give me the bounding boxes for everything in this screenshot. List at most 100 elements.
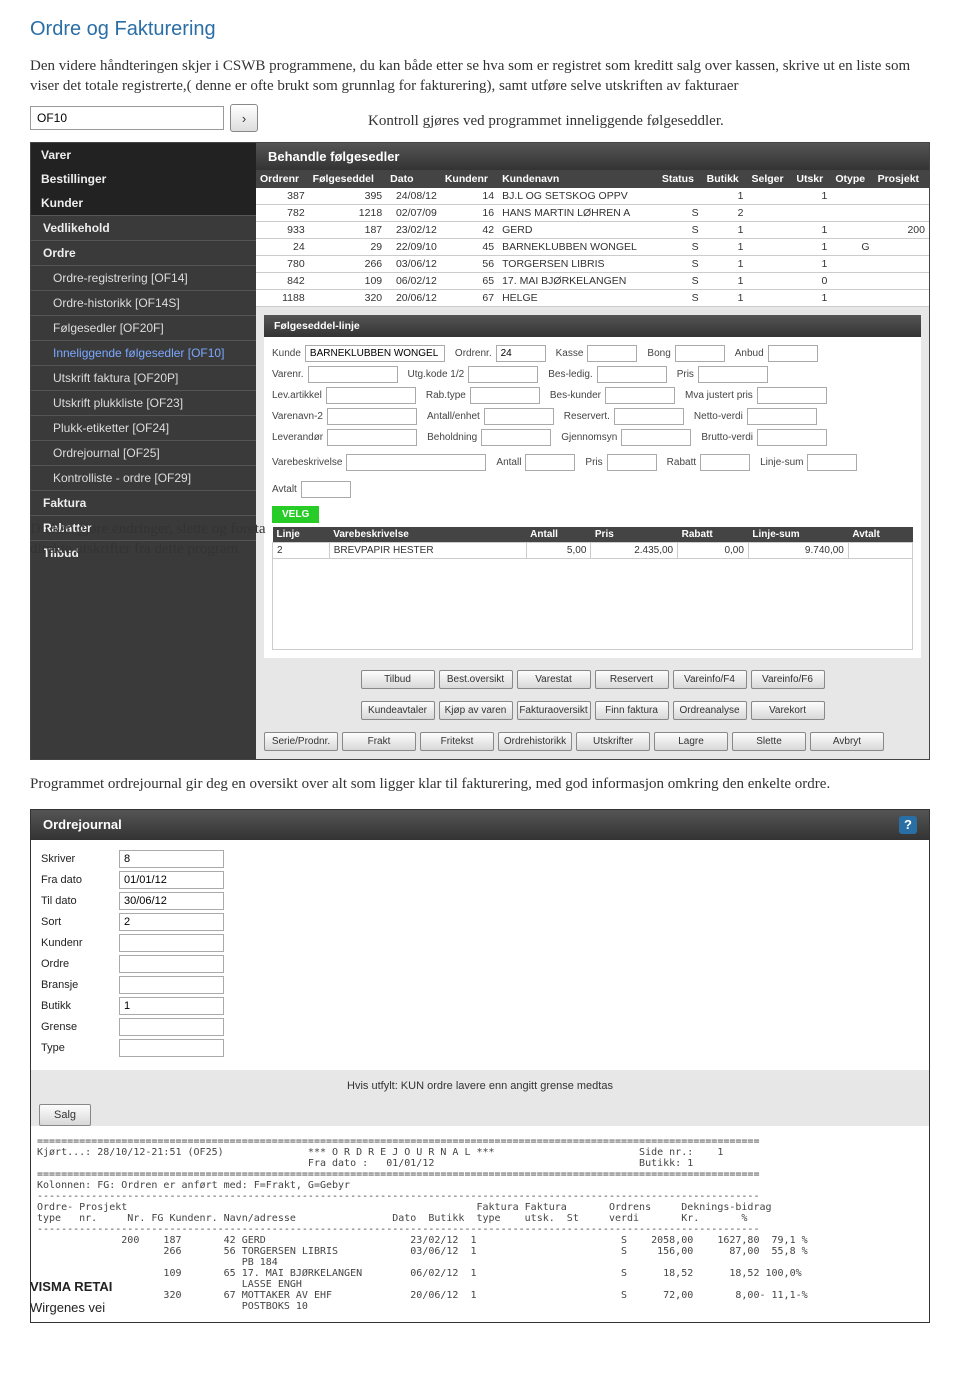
reservert-input[interactable] — [614, 408, 684, 425]
action-button[interactable]: Vareinfo/F4 — [673, 670, 747, 689]
pris2-input[interactable] — [607, 454, 657, 471]
kunde-input[interactable] — [305, 345, 445, 362]
action-button[interactable]: Ordreanalyse — [673, 701, 747, 720]
col-header: Kundenr — [441, 170, 498, 188]
cell: 0,00 — [678, 543, 749, 559]
oj-input[interactable] — [119, 976, 224, 994]
action-button[interactable]: Varestat — [517, 670, 591, 689]
cell: 1 — [792, 256, 831, 273]
antallenhet-input[interactable] — [484, 408, 554, 425]
levartikkel-input[interactable] — [326, 387, 416, 404]
rabatt-input[interactable] — [700, 454, 750, 471]
sidebar-item[interactable]: Kontrolliste - ordre [OF29] — [31, 465, 256, 490]
action-button[interactable]: Tilbud — [361, 670, 435, 689]
kasse-input[interactable] — [587, 345, 637, 362]
cell: 29 — [309, 239, 386, 256]
sidebar-item[interactable]: Inneliggende følgesedler [OF10] — [31, 340, 256, 365]
action-button[interactable]: Lagre — [654, 732, 728, 751]
oj-input[interactable] — [119, 997, 224, 1015]
help-icon[interactable]: ? — [899, 816, 917, 834]
cell: 2 — [703, 205, 748, 222]
sidebar-top-bestillinger[interactable]: Bestillinger — [31, 167, 256, 191]
nettoverdi-input[interactable] — [747, 408, 817, 425]
sidebar-item[interactable]: Plukk-etiketter [OF24] — [31, 415, 256, 440]
besledig-input[interactable] — [597, 366, 667, 383]
sidebar-top-varer[interactable]: Varer — [31, 143, 256, 167]
varenavn2-label: Varenavn-2 — [272, 411, 323, 422]
sidebar-item[interactable]: Vedlikehold — [31, 215, 256, 240]
sidebar-top-kunder[interactable]: Kunder — [31, 191, 256, 215]
action-button[interactable]: Slette — [732, 732, 806, 751]
action-button[interactable]: Fritekst — [420, 732, 494, 751]
sidebar-item[interactable]: Faktura — [31, 490, 256, 515]
of10-input[interactable] — [30, 106, 224, 130]
action-button[interactable]: Kjøp av varen — [439, 701, 513, 720]
bong-input[interactable] — [675, 345, 725, 362]
sidebar-item[interactable]: Ordre-registrering [OF14] — [31, 265, 256, 290]
salg-button[interactable]: Salg — [39, 1104, 91, 1126]
of10-go-button[interactable]: › — [230, 104, 258, 132]
anbud-input[interactable] — [768, 345, 818, 362]
action-button[interactable]: Avbryt — [810, 732, 884, 751]
antall-input[interactable] — [525, 454, 575, 471]
oj-input[interactable] — [119, 955, 224, 973]
utgkode-input[interactable] — [468, 366, 538, 383]
rabtype-input[interactable] — [470, 387, 540, 404]
action-button[interactable]: Finn faktura — [595, 701, 669, 720]
table-row[interactable]: 93318723/02/1242GERDS11200 — [256, 222, 929, 239]
mvajust-input[interactable] — [757, 387, 827, 404]
oj-input[interactable] — [119, 850, 224, 868]
beskunder-input[interactable] — [605, 387, 675, 404]
action-button[interactable]: Utskrifter — [576, 732, 650, 751]
cell: S — [658, 205, 703, 222]
action-button[interactable]: Best.oversikt — [439, 670, 513, 689]
varebeskrivelse-input[interactable] — [346, 454, 486, 471]
varenavn2-input[interactable] — [327, 408, 417, 425]
leverandor-input[interactable] — [327, 429, 417, 446]
oj-input[interactable] — [119, 892, 224, 910]
cell: S — [658, 239, 703, 256]
table-row[interactable]: 84210906/02/126517. MAI BJØRKELANGENS10 — [256, 273, 929, 290]
cell: 1218 — [309, 205, 386, 222]
sidebar-item[interactable]: Ordrejournal [OF25] — [31, 440, 256, 465]
action-button[interactable]: Vareinfo/F6 — [751, 670, 825, 689]
action-button[interactable]: Reservert — [595, 670, 669, 689]
oj-input[interactable] — [119, 1039, 224, 1057]
mid-p1: Du kan gjøre endringer, slette og foreta… — [30, 520, 290, 559]
cell: 06/02/12 — [386, 273, 441, 290]
oj-label: Fra dato — [41, 874, 119, 886]
table-row[interactable]: 242922/09/1045BARNEKLUBBEN WONGELS11G — [256, 239, 929, 256]
beholdning-input[interactable] — [481, 429, 551, 446]
oj-input[interactable] — [119, 934, 224, 952]
linjesum-input[interactable] — [807, 454, 857, 471]
sidebar-item[interactable]: Følgesedler [OF20F] — [31, 315, 256, 340]
cell: 395 — [309, 188, 386, 205]
linje-panel: Følgeseddel-linje Kunde Ordrenr. Kasse B… — [264, 315, 921, 658]
pris-input[interactable] — [698, 366, 768, 383]
table-row[interactable]: 118832020/06/1267HELGES11 — [256, 290, 929, 307]
oj-input[interactable] — [119, 1018, 224, 1036]
avtalt-input[interactable] — [301, 481, 351, 498]
table-row[interactable]: 78026603/06/1256TORGERSEN LIBRISS11 — [256, 256, 929, 273]
mid-p2: Programmet ordrejournal gir deg en overs… — [30, 775, 930, 795]
table-row[interactable]: 782121802/07/0916HANS MARTIN LØHREN AS2 — [256, 205, 929, 222]
action-button[interactable]: Ordrehistorikk — [498, 732, 572, 751]
cell — [874, 188, 929, 205]
line-table: LinjeVarebeskrivelseAntallPrisRabattLinj… — [272, 527, 913, 559]
varenr-input[interactable] — [308, 366, 398, 383]
table-row[interactable]: 38739524/08/1214BJ.L OG SETSKOG OPPV11 — [256, 188, 929, 205]
oj-input[interactable] — [119, 913, 224, 931]
sidebar-item[interactable]: Ordre — [31, 240, 256, 265]
sidebar-item[interactable]: Utskrift faktura [OF20P] — [31, 365, 256, 390]
oj-input[interactable] — [119, 871, 224, 889]
action-button[interactable]: Varekort — [751, 701, 825, 720]
action-button[interactable]: Serie/Prodnr. — [264, 732, 338, 751]
sidebar-item[interactable]: Ordre-historikk [OF14S] — [31, 290, 256, 315]
action-button[interactable]: Kundeavtaler — [361, 701, 435, 720]
action-button[interactable]: Fakturaoversikt — [517, 701, 591, 720]
gjennomsyn-input[interactable] — [621, 429, 691, 446]
ordrenr-input[interactable] — [496, 345, 546, 362]
bruttoverdi-input[interactable] — [757, 429, 827, 446]
action-button[interactable]: Frakt — [342, 732, 416, 751]
sidebar-item[interactable]: Utskrift plukkliste [OF23] — [31, 390, 256, 415]
